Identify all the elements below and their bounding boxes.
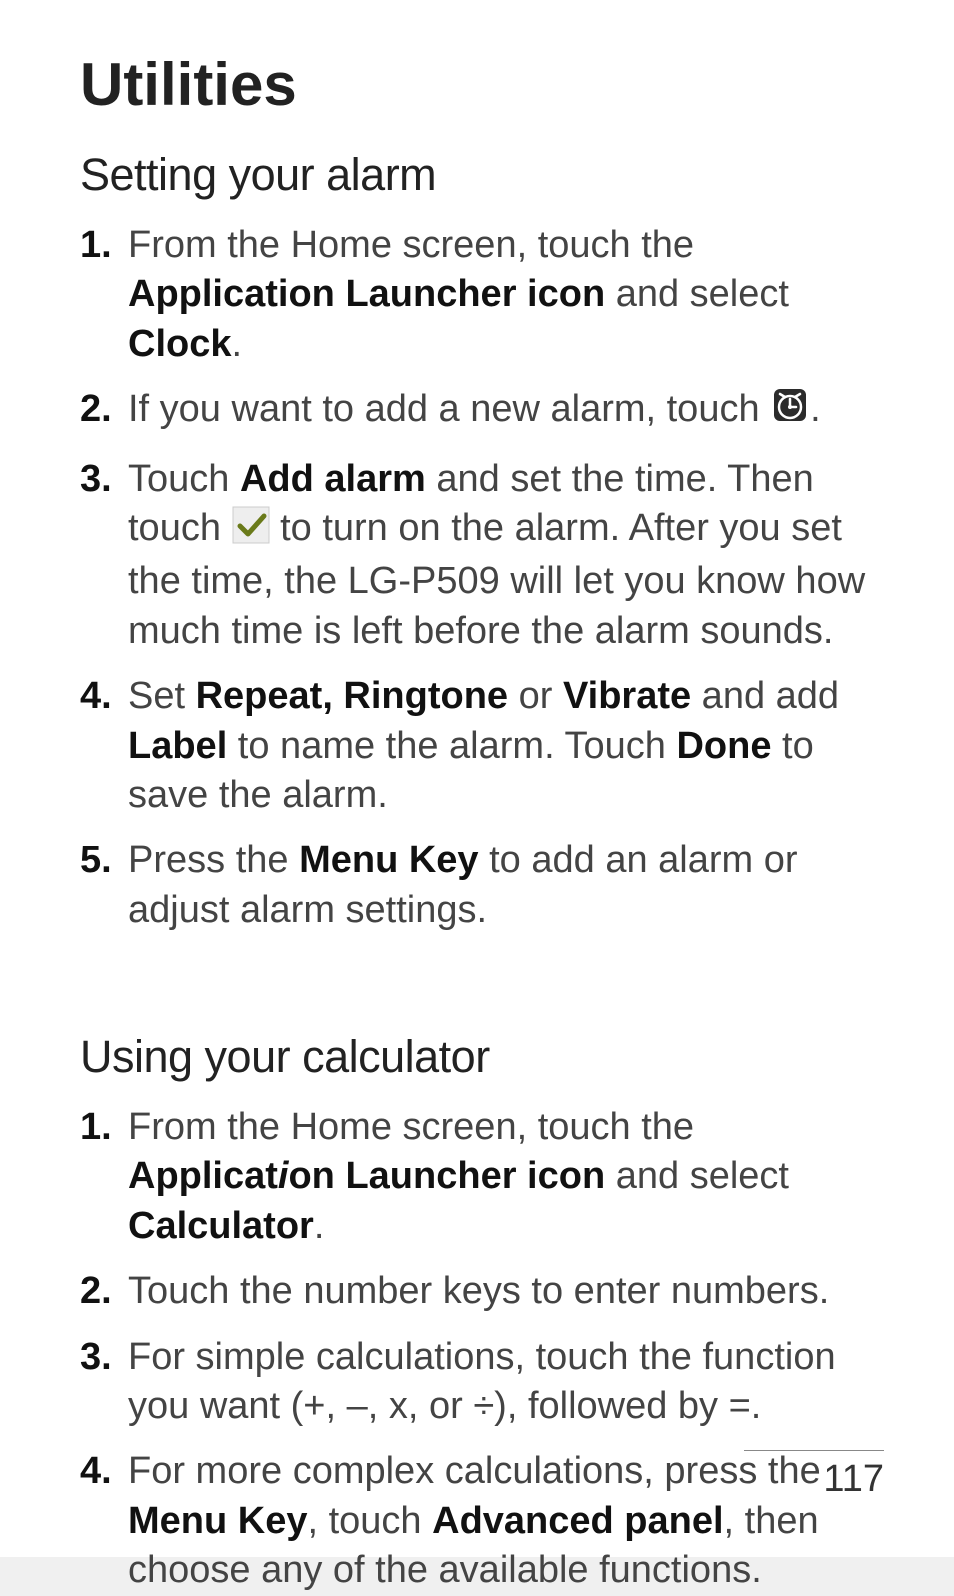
list-item: Touch the number keys to enter numbers. <box>80 1267 884 1316</box>
list-item: Press the Menu Key to add an alarm or ad… <box>80 836 884 935</box>
list-item: From the Home screen, touch the Applicat… <box>80 221 884 369</box>
list-item: From the Home screen, touch the Applicat… <box>80 1103 884 1251</box>
list-item: For more complex calculations, press the… <box>80 1447 884 1595</box>
alarm-clock-icon <box>770 385 810 438</box>
manual-page: Utilities Setting your alarm From the Ho… <box>0 0 954 1557</box>
section-heading-alarm: Setting your alarm <box>80 149 884 201</box>
checkmark-icon <box>232 506 270 557</box>
list-item: If you want to add a new alarm, touch . <box>80 385 884 438</box>
alarm-steps-list: From the Home screen, touch the Applicat… <box>80 221 884 935</box>
list-item: Touch Add alarm and set the time. Then t… <box>80 455 884 657</box>
list-item: For simple calculations, touch the funct… <box>80 1333 884 1432</box>
page-number: 117 <box>823 1458 884 1501</box>
section-heading-calc: Using your calculator <box>80 1031 884 1083</box>
list-item: Set Repeat, Ringtone or Vibrate and add … <box>80 672 884 820</box>
calc-steps-list: From the Home screen, touch the Applicat… <box>80 1103 884 1596</box>
page-title: Utilities <box>80 50 884 119</box>
page-number-divider <box>744 1450 884 1451</box>
